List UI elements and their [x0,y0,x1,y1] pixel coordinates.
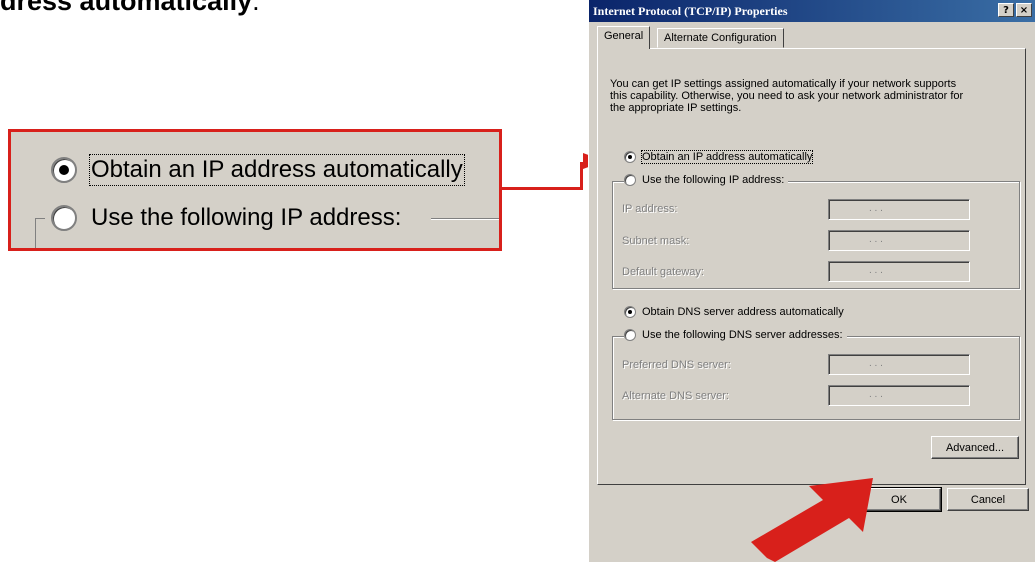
dns-groupbox [612,336,1020,420]
description-line: You can get IP settings assigned automat… [610,78,957,90]
zoom-option-use-ip: Use the following IP address: [51,204,401,232]
zoom-groupbox-line [35,218,45,219]
radio-use-following-ip[interactable]: Use the following IP address: [624,174,789,186]
description-line: this capability. Otherwise, you need to … [610,90,964,102]
ip-dots: . . . [869,203,883,214]
default-gateway-input[interactable]: . . . [828,261,970,282]
radio-obtain-ip-auto[interactable]: Obtain an IP address automatically [624,150,814,164]
radio-unchecked-icon [51,205,77,231]
alternate-dns-input[interactable]: . . . [828,385,970,406]
pointer-arrow-icon [751,478,873,562]
close-button[interactable]: × [1016,3,1032,17]
zoom-groupbox-line [35,218,36,248]
radio-checked-icon [51,157,77,183]
subnet-mask-input[interactable]: . . . [828,230,970,251]
alternate-dns-label: Alternate DNS server: [622,390,729,402]
zoom-callout: Obtain an IP address automatically Use t… [8,129,502,251]
advanced-button[interactable]: Advanced... [931,436,1019,459]
preferred-dns-label: Preferred DNS server: [622,359,731,371]
ip-dots: . . . [869,358,883,369]
heading-punct: . [252,0,260,16]
radio-checked-icon [624,306,636,318]
description-text: You can get IP settings assigned automat… [610,78,1020,114]
subnet-mask-label: Subnet mask: [622,235,690,247]
radio-unchecked-icon [624,174,636,186]
preferred-dns-input[interactable]: . . . [828,354,970,375]
callout-arrow-line [502,187,582,190]
ip-dots: . . . [869,234,883,245]
instruction-heading: dress automatically. [0,0,260,17]
tab-alternate-configuration[interactable]: Alternate Configuration [657,28,784,48]
zoom-groupbox-line [431,218,499,219]
radio-label: Obtain DNS server address automatically [642,306,844,318]
radio-use-following-dns[interactable]: Use the following DNS server addresses: [624,329,847,341]
radio-label: Obtain an IP address automatically [640,150,814,164]
help-button[interactable]: ? [998,3,1014,17]
radio-label: Use the following IP address: [642,174,785,186]
dialog-titlebar: Internet Protocol (TCP/IP) Properties ? … [589,0,1035,22]
ip-address-input[interactable]: . . . [828,199,970,220]
help-icon: ? [1003,4,1009,16]
cancel-button[interactable]: Cancel [947,488,1029,511]
ip-dots: . . . [869,265,883,276]
heading-text: dress automatically [0,0,253,16]
radio-obtain-dns-auto[interactable]: Obtain DNS server address automatically [624,306,844,318]
zoom-option-label: Use the following IP address: [91,204,402,231]
zoom-option-label: Obtain an IP address automatically [89,154,465,186]
ip-dots: . . . [869,389,883,400]
radio-checked-icon [624,151,636,163]
tab-general[interactable]: General [597,26,651,49]
dialog-title: Internet Protocol (TCP/IP) Properties [593,3,788,18]
ip-address-label: IP address: [622,203,678,215]
pointer-arrow-shape [751,478,873,562]
radio-label: Use the following DNS server addresses: [642,329,843,341]
default-gateway-label: Default gateway: [622,266,704,278]
zoom-option-obtain-ip: Obtain an IP address automatically [51,154,465,186]
radio-unchecked-icon [624,329,636,341]
close-icon: × [1019,4,1029,16]
description-line: the appropriate IP settings. [610,102,742,114]
